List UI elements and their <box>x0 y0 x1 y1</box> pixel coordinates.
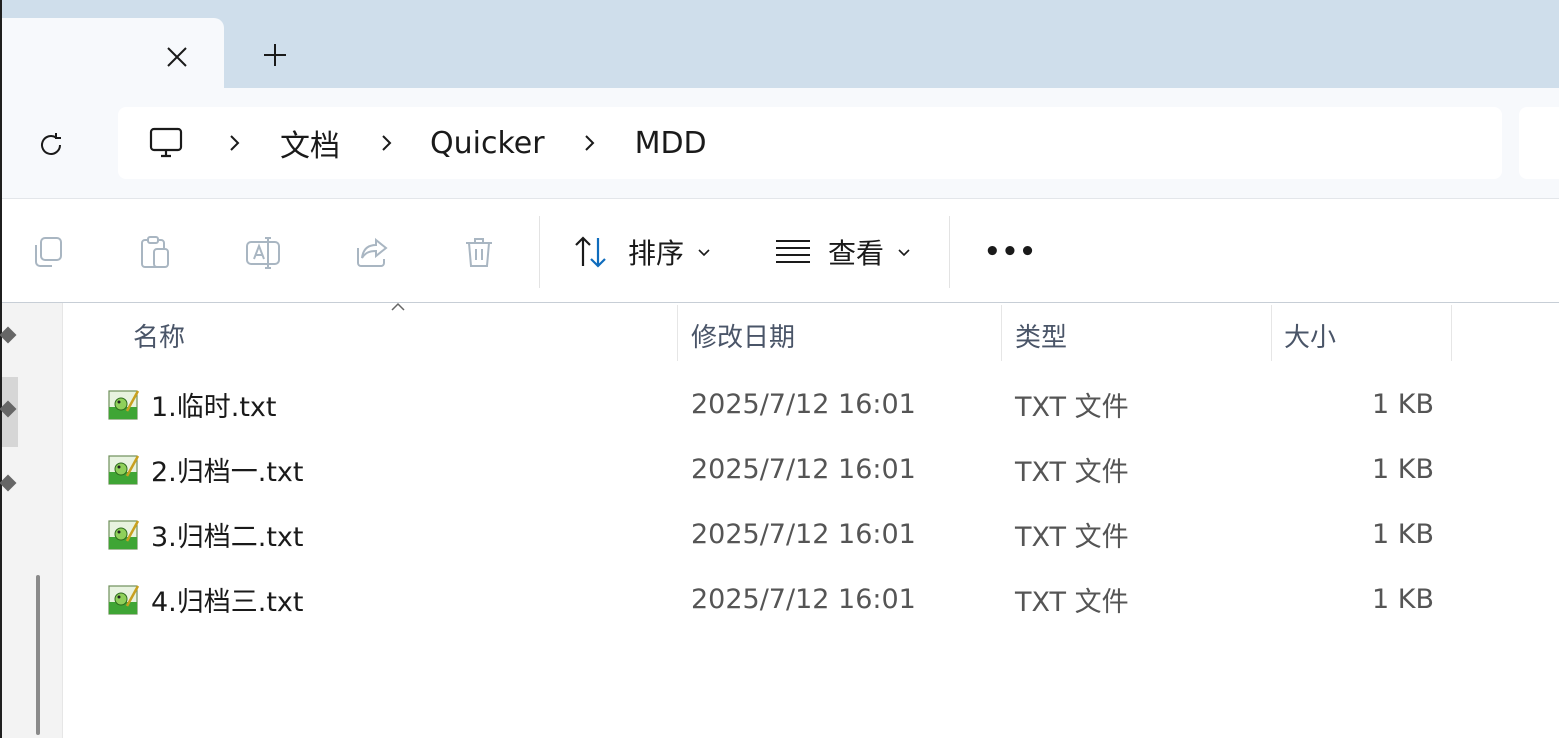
file-modified: 2025/7/12 16:01 <box>691 453 916 485</box>
column-header-name[interactable]: 名称 <box>133 313 185 357</box>
chevron-down-icon <box>898 249 910 257</box>
file-type: TXT 文件 <box>1015 521 1129 553</box>
sort-button[interactable]: 排序 <box>572 226 712 278</box>
new-tab-button[interactable] <box>258 38 292 72</box>
notepad-file-icon <box>108 585 140 615</box>
share-icon[interactable] <box>352 232 392 272</box>
file-modified: 2025/7/12 16:01 <box>691 388 916 420</box>
delete-icon[interactable] <box>459 232 499 272</box>
file-size: 1 KB <box>1372 518 1434 550</box>
notepad-file-icon <box>108 520 140 550</box>
file-size: 1 KB <box>1372 453 1434 485</box>
plus-icon <box>264 44 286 66</box>
paste-icon[interactable] <box>135 232 175 272</box>
pin-icon <box>0 474 17 492</box>
chevron-right-icon[interactable] <box>376 133 396 153</box>
file-modified: 2025/7/12 16:01 <box>691 583 916 615</box>
file-modified: 2025/7/12 16:01 <box>691 518 916 550</box>
notepad-file-icon <box>108 390 140 420</box>
file-name[interactable]: 3.归档二.txt <box>151 515 304 554</box>
file-size: 1 KB <box>1372 388 1434 420</box>
column-header-type[interactable]: 类型 <box>1015 313 1067 357</box>
file-size: 1 KB <box>1372 583 1434 615</box>
notepad-file-icon <box>108 455 140 485</box>
file-row[interactable]: 2.归档一.txt 2025/7/12 16:01 TXT 文件 1 KB <box>63 439 1559 499</box>
file-row[interactable]: 4.归档三.txt 2025/7/12 16:01 TXT 文件 1 KB <box>63 569 1559 629</box>
list-view-icon <box>776 240 810 263</box>
file-type: TXT 文件 <box>1015 391 1129 423</box>
toolbar-divider <box>539 216 540 288</box>
rename-icon[interactable] <box>243 232 283 272</box>
sort-up-icon <box>391 302 405 311</box>
toolbar-divider <box>949 216 950 288</box>
close-icon[interactable] <box>162 42 192 72</box>
column-header-size[interactable]: 大小 <box>1284 313 1336 357</box>
nav-pane-scrollbar[interactable] <box>36 575 40 735</box>
navigation-pane <box>0 303 63 738</box>
chevron-right-icon[interactable] <box>224 133 244 153</box>
file-name-cell: 2.归档一.txt <box>107 439 304 499</box>
pin-icon <box>0 326 17 344</box>
this-pc-icon[interactable] <box>148 125 184 161</box>
column-divider[interactable] <box>677 305 678 361</box>
tab-active[interactable] <box>2 18 224 90</box>
breadcrumb[interactable]: 文档 Quicker MDD <box>118 107 1502 179</box>
refresh-icon <box>41 133 61 155</box>
file-type: TXT 文件 <box>1015 586 1129 618</box>
chevron-right-icon[interactable] <box>579 133 599 153</box>
chevron-down-icon <box>698 249 710 257</box>
file-name-cell: 3.归档二.txt <box>107 504 304 564</box>
column-divider[interactable] <box>1451 305 1452 361</box>
breadcrumb-item-documents[interactable]: 文档 <box>280 121 340 165</box>
view-button[interactable]: 查看 <box>774 226 912 278</box>
file-type: TXT 文件 <box>1015 456 1129 488</box>
title-bar <box>0 0 1559 88</box>
copy-icon[interactable] <box>28 232 68 272</box>
column-divider[interactable] <box>1001 305 1002 361</box>
file-row[interactable]: 1.临时.txt 2025/7/12 16:01 TXT 文件 1 KB <box>63 374 1559 434</box>
file-row[interactable]: 3.归档二.txt 2025/7/12 16:01 TXT 文件 1 KB <box>63 504 1559 564</box>
refresh-button[interactable] <box>32 126 70 164</box>
more-options-button[interactable]: ••• <box>984 226 1037 278</box>
column-header-modified[interactable]: 修改日期 <box>691 313 795 357</box>
view-label: 查看 <box>828 237 885 270</box>
file-name[interactable]: 4.归档三.txt <box>151 580 304 619</box>
file-name-cell: 4.归档三.txt <box>107 569 304 629</box>
sort-arrows-icon <box>575 236 606 268</box>
breadcrumb-item-mdd[interactable]: MDD <box>635 126 707 161</box>
sort-label: 排序 <box>628 237 685 270</box>
breadcrumb-item-quicker[interactable]: Quicker <box>430 126 545 161</box>
file-name-cell: 1.临时.txt <box>107 374 277 434</box>
column-divider[interactable] <box>1271 305 1272 361</box>
file-name[interactable]: 2.归档一.txt <box>151 450 304 489</box>
search-input[interactable] <box>1519 107 1559 179</box>
file-name[interactable]: 1.临时.txt <box>151 385 277 424</box>
